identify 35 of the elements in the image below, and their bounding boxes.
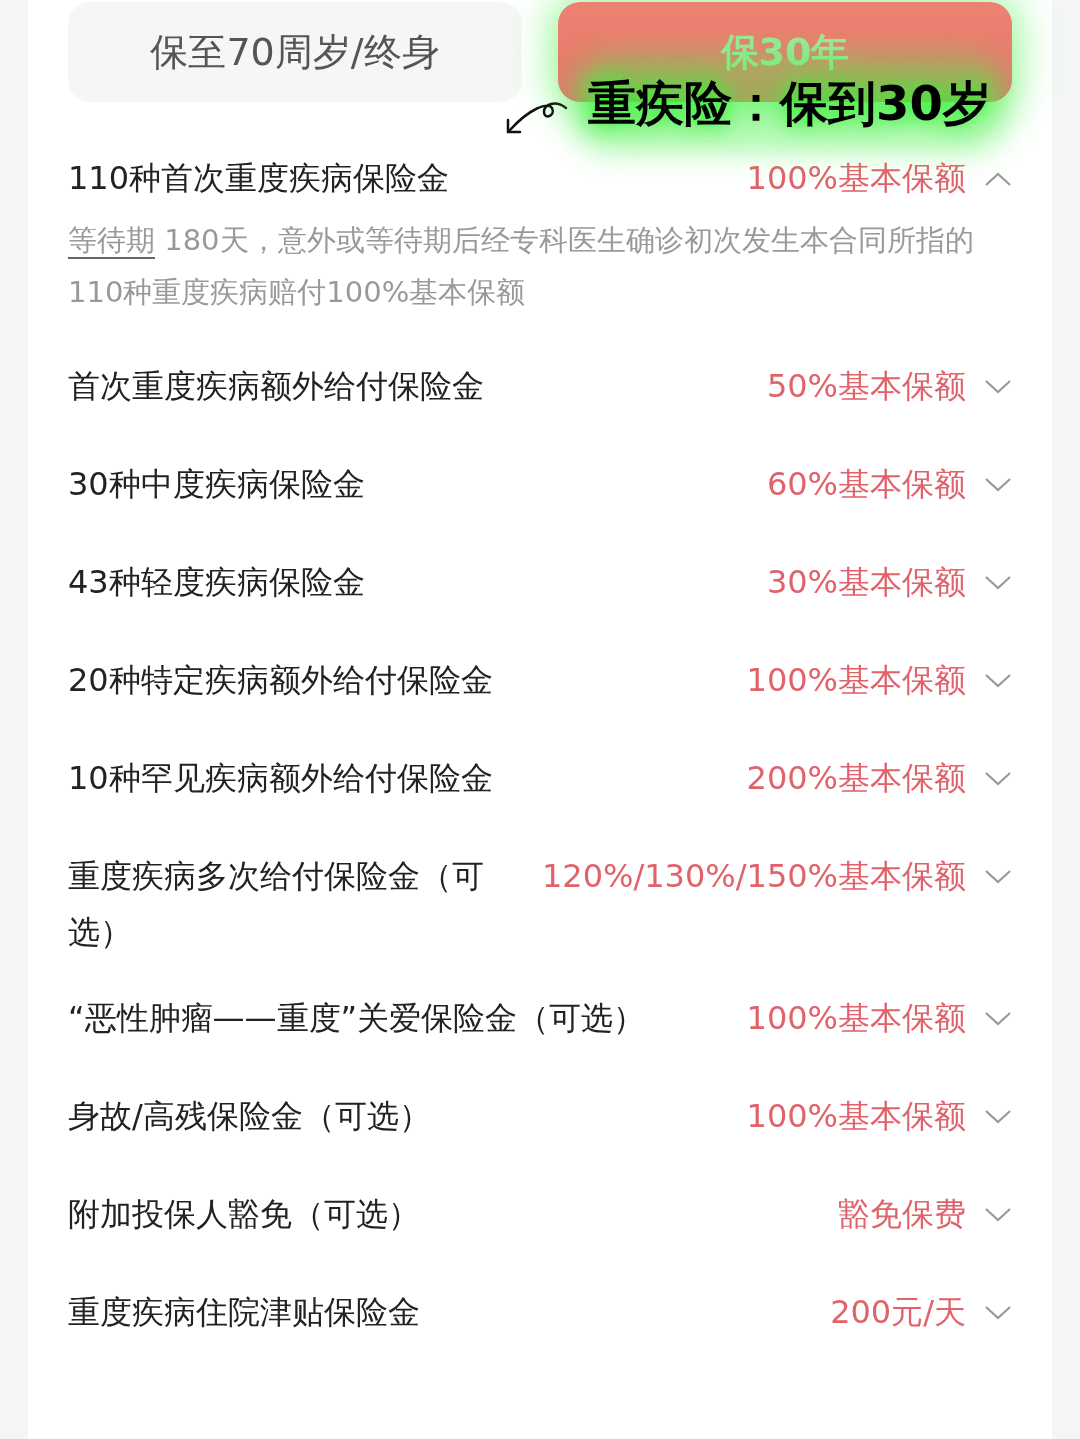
- expand-chevron-icon[interactable]: [984, 673, 1012, 689]
- benefit-amount: 60%基本保额: [766, 464, 966, 505]
- benefit-name: 附加投保人豁免（可选）: [68, 1194, 421, 1235]
- benefit-name: 首次重度疾病额外给付保险金: [68, 366, 485, 407]
- benefit-amount: 200元/天: [830, 1292, 966, 1333]
- benefit-amount: 200%基本保额: [746, 758, 966, 799]
- benefit-amount: 豁免保费: [838, 1194, 966, 1235]
- expand-chevron-icon[interactable]: [984, 869, 1012, 885]
- benefit-amount: 100%基本保额: [746, 998, 966, 1039]
- expand-chevron-icon[interactable]: [984, 771, 1012, 787]
- benefit-description: 等待期 180天，意外或等待期后经专科医生确诊初次发生本合同所指的110种重度疾病赔付100%基本保额: [68, 222, 975, 311]
- benefit-name: 身故/高残保险金（可选）: [68, 1096, 432, 1137]
- benefit-amount: 120%/130%/150%基本保额: [542, 856, 966, 897]
- expand-chevron-icon[interactable]: [984, 1207, 1012, 1223]
- benefit-name: 重度疾病多次给付保险金（可选）: [68, 856, 485, 953]
- plan-tab[interactable]: 保至70周岁/终身: [68, 2, 522, 102]
- benefit-name: 重度疾病住院津贴保险金: [68, 1292, 421, 1333]
- benefit-amount: 100%基本保额: [746, 660, 966, 701]
- expand-chevron-icon[interactable]: [984, 1305, 1012, 1321]
- benefit-name: 20种特定疾病额外给付保险金: [68, 660, 494, 701]
- benefit-name: 110种首次重度疾病保险金: [68, 158, 451, 199]
- expand-chevron-icon[interactable]: [984, 1109, 1012, 1125]
- expand-chevron-icon[interactable]: [984, 1011, 1012, 1027]
- collapse-chevron-icon[interactable]: [984, 171, 1012, 187]
- benefit-amount: 100%基本保额: [746, 1096, 966, 1137]
- benefit-name: 43种轻度疾病保险金: [68, 562, 366, 603]
- benefit-amount: 50%基本保额: [766, 366, 966, 407]
- benefit-name: 30种中度疾病保险金: [68, 464, 366, 505]
- expand-chevron-icon[interactable]: [984, 575, 1012, 591]
- benefit-amount: 30%基本保额: [766, 562, 966, 603]
- benefit-name: 10种罕见疾病额外给付保险金: [68, 758, 494, 799]
- benefit-amount: 100%基本保额: [746, 158, 966, 199]
- expand-chevron-icon[interactable]: [984, 379, 1012, 395]
- expand-chevron-icon[interactable]: [984, 477, 1012, 493]
- benefit-name: “恶性肿瘤——重度”关爱保险金（可选）: [68, 998, 647, 1039]
